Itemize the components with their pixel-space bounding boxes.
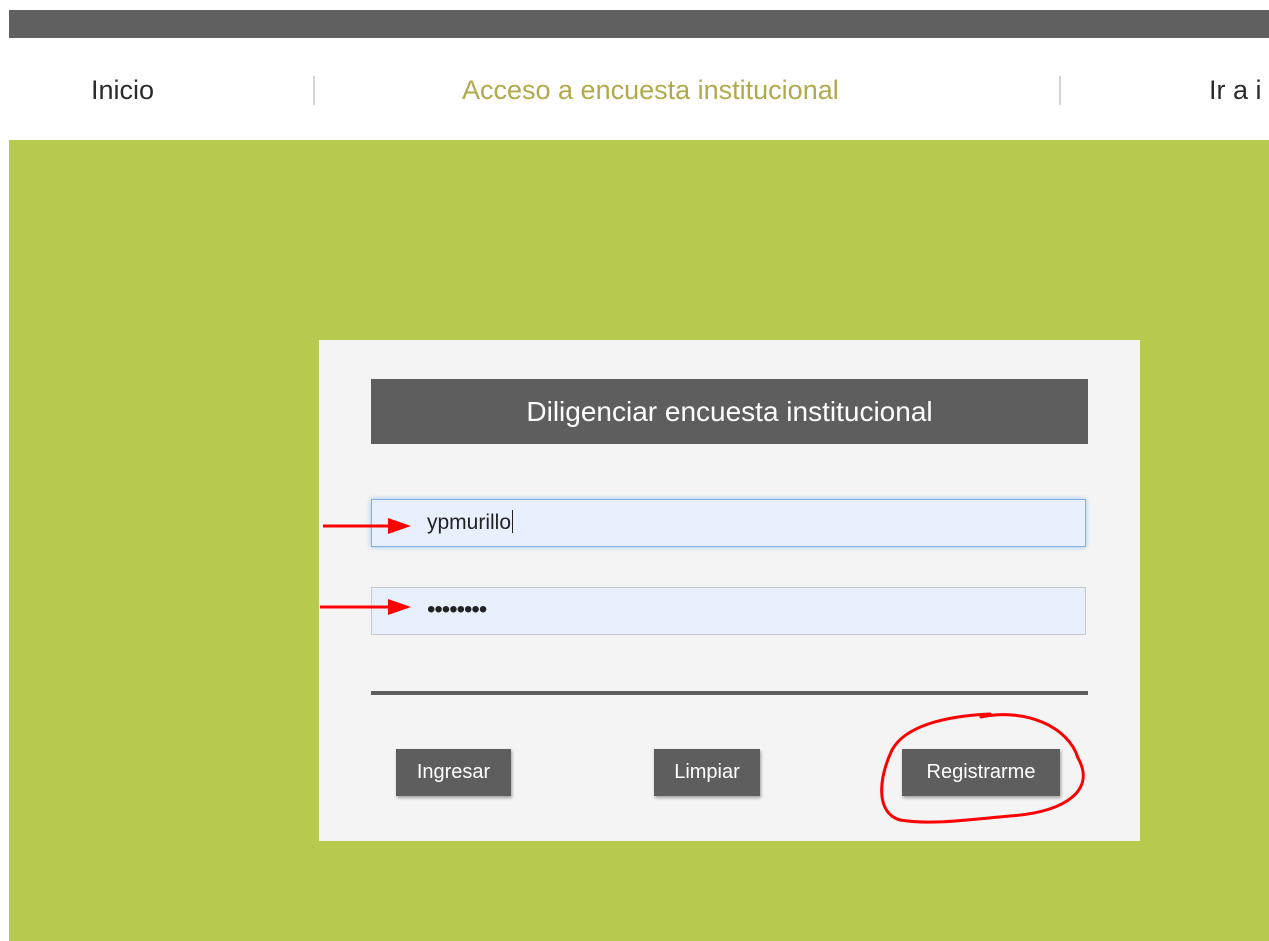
login-button[interactable]: Ingresar (396, 749, 511, 796)
register-button[interactable]: Registrarme (902, 749, 1060, 796)
form-title: Diligenciar encuesta institucional (371, 379, 1088, 444)
username-value: ypmurillo (427, 511, 512, 534)
password-value: •••••••• (427, 596, 487, 623)
main-nav: Inicio Acceso a encuesta institucional I… (0, 38, 1269, 140)
login-card: Diligenciar encuesta institucional ypmur… (319, 340, 1140, 841)
nav-separator (1059, 76, 1061, 105)
nav-item-home[interactable]: Inicio (91, 74, 154, 106)
text-caret (512, 510, 514, 533)
nav-item-more[interactable]: Ir a i (1209, 74, 1262, 106)
nav-separator (313, 76, 315, 105)
form-divider (371, 691, 1088, 695)
clear-button[interactable]: Limpiar (654, 749, 760, 796)
password-input[interactable]: •••••••• (371, 587, 1086, 635)
top-bar (9, 10, 1269, 38)
username-input[interactable]: ypmurillo (371, 499, 1086, 547)
nav-item-survey-access[interactable]: Acceso a encuesta institucional (462, 74, 839, 106)
